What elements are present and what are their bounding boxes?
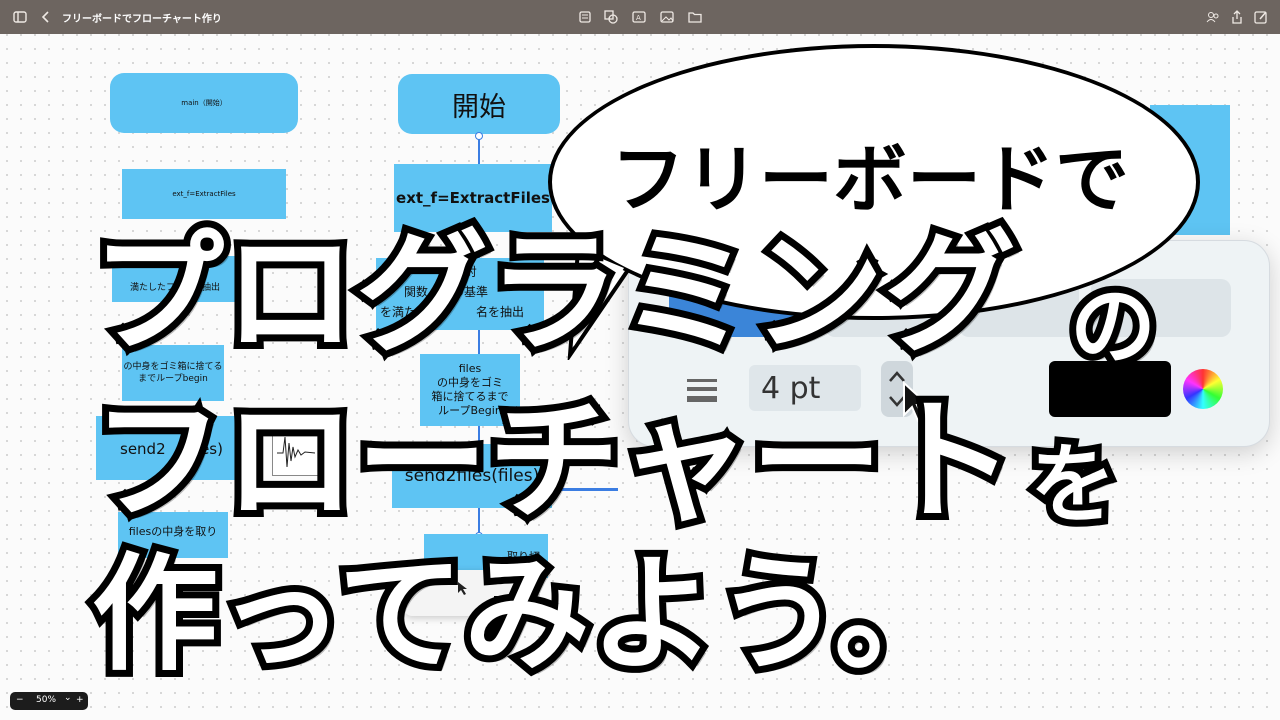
- shapes-icon[interactable]: [603, 9, 619, 25]
- headline-line-1: プログラミング: [85, 217, 1023, 371]
- headline-line-2-suffix: を: [1023, 433, 1123, 537]
- sidebar-toggle-icon[interactable]: [12, 9, 28, 25]
- collaborate-icon[interactable]: [1205, 9, 1221, 25]
- zoom-level[interactable]: 50%: [36, 695, 56, 705]
- main-start-box[interactable]: main（開始）: [110, 73, 298, 133]
- svg-text:A: A: [636, 14, 641, 22]
- note-icon[interactable]: [577, 9, 593, 25]
- main-start-label: main（開始）: [181, 99, 227, 107]
- document-title: フリーボードでフローチャート作り: [62, 14, 222, 25]
- start-label: 開始: [452, 91, 506, 123]
- folder-icon[interactable]: [687, 9, 703, 25]
- color-wheel-icon[interactable]: [1183, 369, 1223, 409]
- media-icon[interactable]: [659, 9, 675, 25]
- extract-files-box-small[interactable]: ext_f=ExtractFiles: [122, 169, 286, 219]
- headline-line-3: 作ってみよう。: [85, 541, 967, 689]
- zoom-menu-chevron-icon[interactable]: ⌄: [64, 693, 72, 703]
- start-box[interactable]: 開始: [398, 74, 560, 134]
- extract-files-label-small: ext_f=ExtractFiles: [172, 190, 236, 198]
- back-chevron-icon[interactable]: [38, 9, 54, 25]
- headline-line-2: フローチャート: [85, 385, 1022, 539]
- zoom-out-button[interactable]: −: [16, 695, 24, 705]
- extract-files-label: ext_f=ExtractFiles: [396, 189, 550, 207]
- zoom-control: − 50% ⌄ +: [10, 692, 88, 710]
- bubble-text: フリーボードで: [611, 137, 1129, 223]
- connector-handle-top[interactable]: [475, 132, 483, 140]
- title-bar: フリーボードでフローチャート作り A: [0, 0, 1280, 34]
- zoom-in-button[interactable]: +: [76, 695, 84, 705]
- edit-icon[interactable]: [1253, 9, 1269, 25]
- text-box-icon[interactable]: A: [631, 9, 647, 25]
- share-icon[interactable]: [1229, 9, 1245, 25]
- headline-line-1-suffix: の: [1063, 275, 1163, 379]
